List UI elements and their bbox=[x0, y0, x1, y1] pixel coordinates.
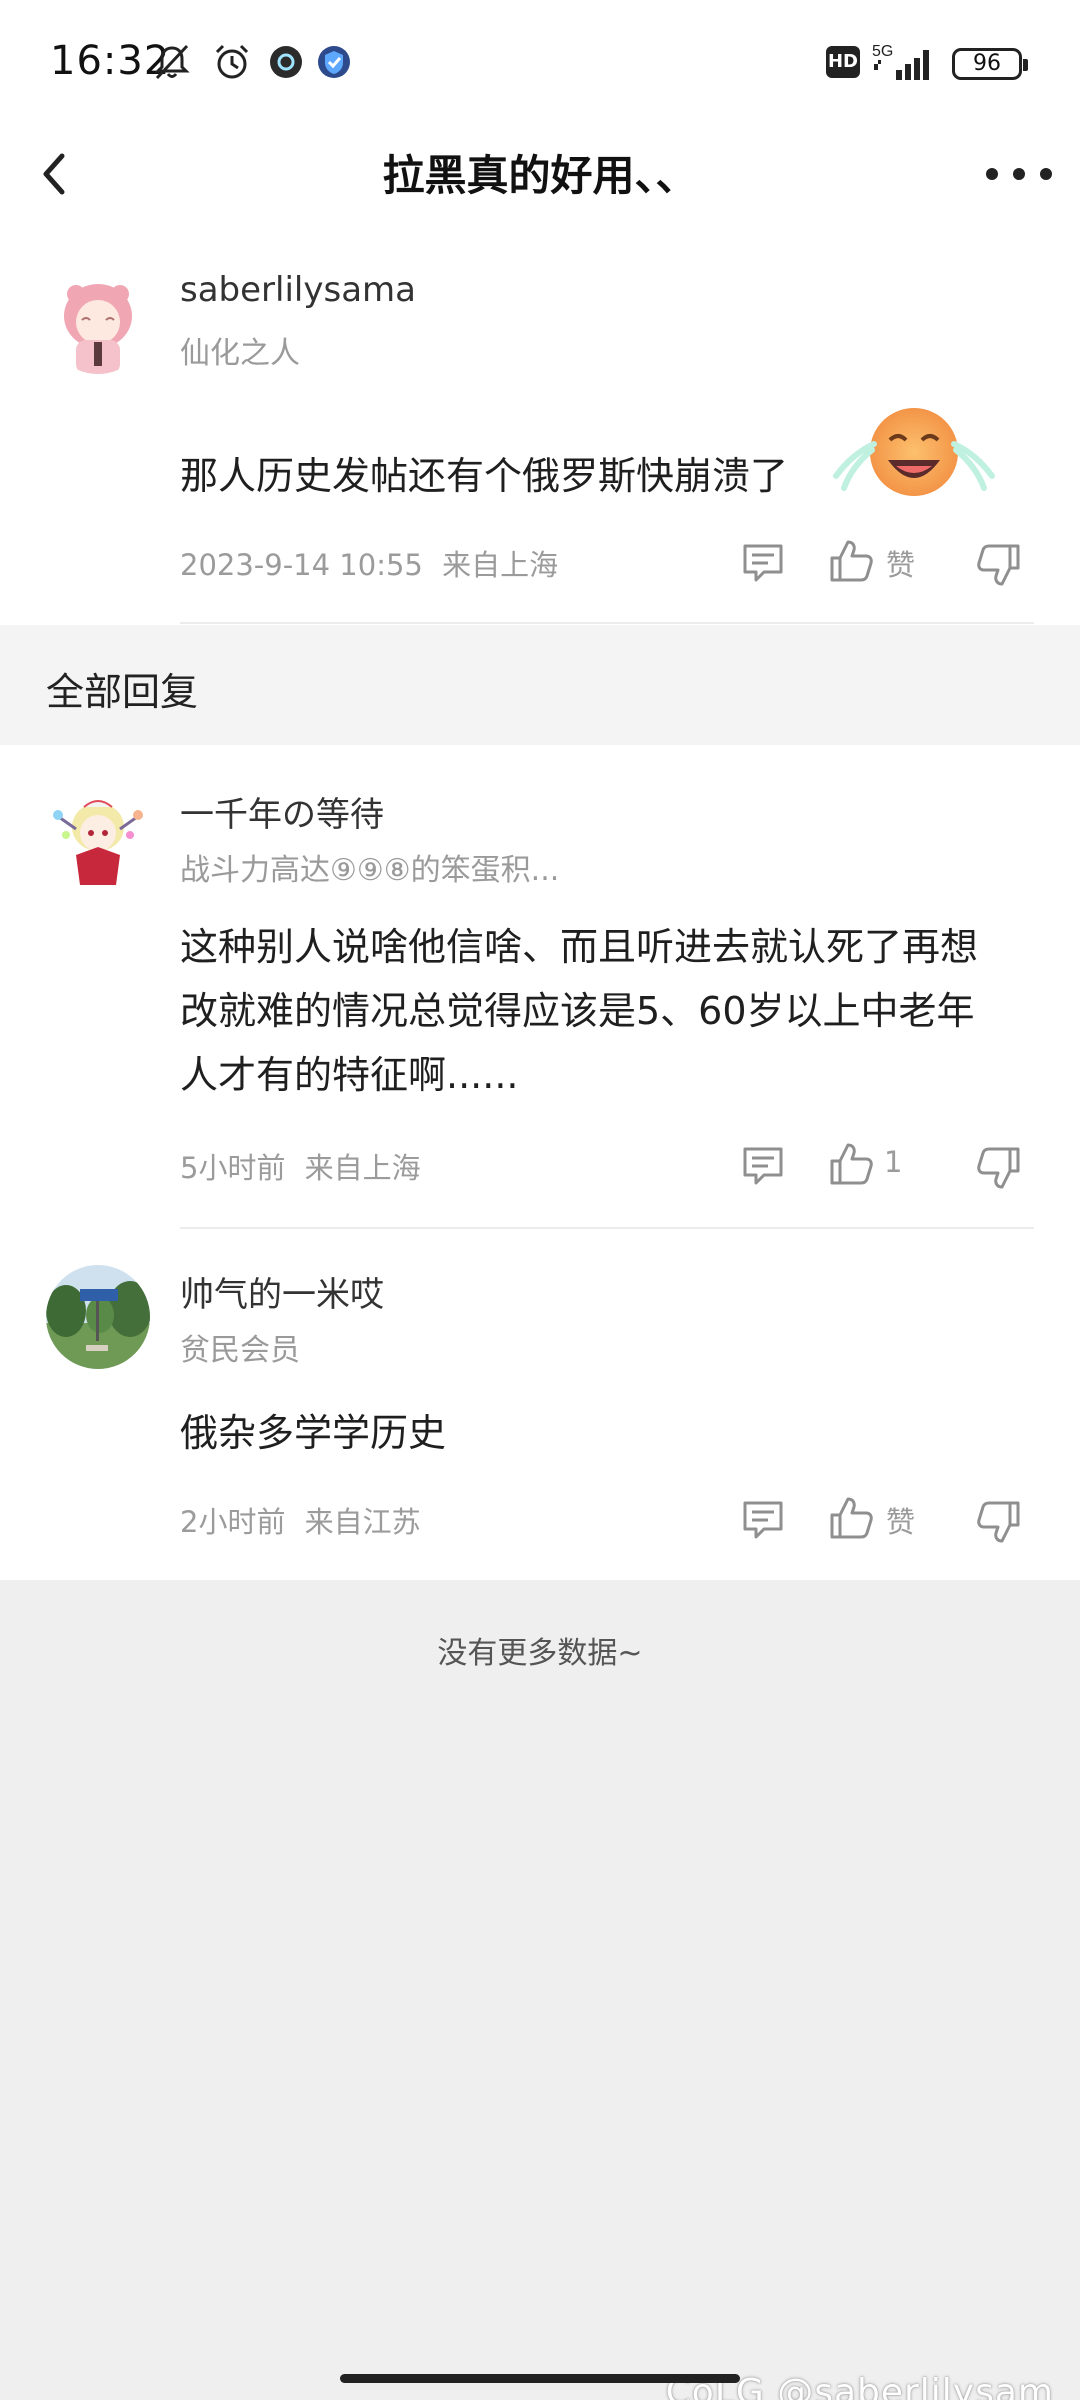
post-username[interactable]: saberlilysama bbox=[180, 270, 416, 310]
reply-content-line: 人才有的特征啊...... bbox=[180, 1053, 519, 1097]
thumbs-up-icon[interactable] bbox=[828, 1141, 874, 1187]
thumbs-down-icon[interactable] bbox=[976, 542, 1022, 588]
reply-location: 来自上海 bbox=[304, 1151, 421, 1185]
post-content: 那人历史发帖还有个俄罗斯快崩溃了 bbox=[180, 454, 789, 498]
reply-content-line: 俄杂多学学历史 bbox=[180, 1411, 447, 1455]
reply-username[interactable]: 帅气的一米哎 bbox=[180, 1267, 384, 1316]
post-user-title: 仙化之人 bbox=[180, 336, 300, 371]
watermark-text: @saberlilysam bbox=[777, 2372, 1054, 2400]
divider bbox=[180, 622, 1034, 624]
main-post: saberlilysama 仙化之人 那人历史发帖还有个俄罗斯快崩溃了 2023… bbox=[0, 230, 1080, 625]
avatar[interactable] bbox=[46, 785, 150, 889]
no-more-data-label: 没有更多数据~ bbox=[437, 1636, 643, 1671]
like-label[interactable]: 赞 bbox=[886, 1499, 915, 1541]
reply-user-title: 战斗力高达⑨⑨⑧的笨蛋积... bbox=[180, 853, 560, 888]
reply-timestamp: 2小时前 来自江苏 bbox=[180, 1499, 421, 1541]
reply-content: 俄杂多学学历史 bbox=[180, 1401, 1060, 1465]
svg-text:5G: 5G bbox=[872, 43, 893, 60]
avatar[interactable] bbox=[46, 1265, 150, 1369]
thumbs-up-icon[interactable] bbox=[828, 1495, 874, 1541]
post-timestamp: 2023-9-14 10:55 来自上海 bbox=[180, 542, 558, 584]
thumbs-down-icon[interactable] bbox=[976, 1499, 1022, 1545]
reply-location: 来自江苏 bbox=[304, 1505, 421, 1539]
thumbs-up-icon[interactable] bbox=[828, 538, 874, 584]
like-label[interactable]: 赞 bbox=[886, 542, 915, 584]
crying-laugh-emoji bbox=[833, 408, 995, 496]
vpn-shield-icon bbox=[318, 46, 350, 78]
reply-timestamp: 5小时前 来自上海 bbox=[180, 1145, 421, 1187]
comment-icon[interactable] bbox=[740, 1143, 786, 1189]
post-time: 2023-9-14 10:55 bbox=[180, 548, 423, 582]
reply-content: 这种别人说啥他信啥、而且听进去就认死了再想 改就难的情况总觉得应该是5、60岁以… bbox=[180, 915, 1060, 1107]
post-location: 来自上海 bbox=[442, 548, 559, 582]
comment-icon[interactable] bbox=[740, 1497, 786, 1543]
reply-content-line: 这种别人说啥他信啥、而且听进去就认死了再想 bbox=[180, 925, 979, 969]
page-title: 拉黑真的好用、、 bbox=[382, 151, 698, 200]
anime-girl-avatar-image bbox=[46, 270, 150, 374]
hd-badge: HD bbox=[826, 46, 860, 78]
anime-flandre-avatar-image bbox=[46, 785, 150, 889]
battery-icon: 96 bbox=[952, 48, 1028, 80]
mute-icon bbox=[154, 44, 190, 80]
app-notify-icon bbox=[270, 46, 302, 78]
like-count[interactable]: 1 bbox=[884, 1145, 902, 1179]
signal-icon: 5G bbox=[872, 43, 929, 80]
avatar[interactable] bbox=[46, 270, 150, 374]
reply-username[interactable]: 一千年の等待 bbox=[180, 787, 384, 836]
more-dots-icon[interactable] bbox=[984, 162, 1054, 186]
comment-icon[interactable] bbox=[740, 540, 786, 586]
reply-content-line: 改就难的情况总觉得应该是5、60岁以上中老年 bbox=[180, 989, 975, 1033]
home-indicator[interactable] bbox=[340, 2374, 740, 2383]
reply-user-title: 贫民会员 bbox=[180, 1333, 300, 1368]
reply-list: 一千年の等待 战斗力高达⑨⑨⑧的笨蛋积... 这种别人说啥他信啥、而且听进去就认… bbox=[0, 745, 1080, 1580]
section-title: 全部回复 bbox=[46, 670, 199, 714]
reply-time: 2小时前 bbox=[180, 1505, 286, 1539]
alarm-icon bbox=[215, 44, 249, 79]
thumbs-down-icon[interactable] bbox=[976, 1145, 1022, 1191]
all-replies-header: 全部回复 bbox=[0, 625, 1080, 745]
status-bar: 16:32 HD 5G 96 bbox=[0, 0, 1080, 120]
reply-time: 5小时前 bbox=[180, 1151, 286, 1185]
divider bbox=[180, 1227, 1034, 1229]
park-photo-avatar-image bbox=[46, 1265, 150, 1369]
top-nav-bar: 拉黑真的好用、、 bbox=[0, 120, 1080, 230]
